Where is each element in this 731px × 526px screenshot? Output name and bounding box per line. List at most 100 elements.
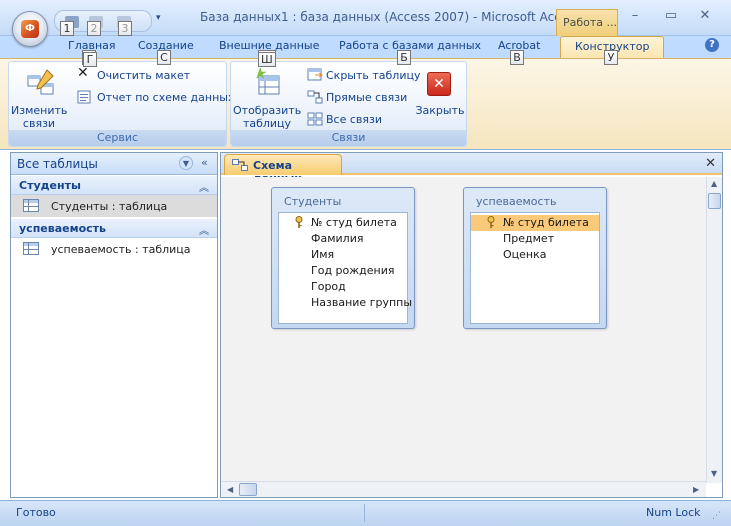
direct-links-label: Прямые связи — [326, 91, 408, 104]
all-links-button[interactable]: Все связи — [305, 110, 415, 128]
vertical-scrollbar[interactable]: ▲ ▼ — [706, 177, 722, 483]
horizontal-scroll-thumb[interactable] — [239, 483, 257, 496]
hide-table-icon — [307, 68, 323, 81]
keytip-create: С — [157, 50, 171, 65]
clear-layout-label: Очистить макет — [97, 69, 191, 82]
keytip-redo: 3 — [118, 21, 132, 36]
scroll-right-arrow[interactable]: ▶ — [693, 485, 699, 494]
direct-links-button[interactable]: Прямые связи — [305, 88, 415, 106]
help-icon[interactable]: ? — [705, 38, 719, 52]
field-name: Название группы — [311, 296, 413, 309]
keytip-clear-layout: Г — [83, 52, 97, 67]
relationships-document: Схема данных ✕ Студенты № студ билета Фа… — [220, 152, 723, 498]
close-window-button[interactable]: ✕ — [696, 8, 714, 24]
maximize-button[interactable]: ▭ — [662, 8, 680, 24]
nav-item-performance-table[interactable]: успеваемость : таблица — [11, 238, 217, 260]
group-links: Отобразить таблицу Скрыть таблицу Прямые… — [230, 61, 467, 147]
field-name: № студ билета — [311, 216, 397, 229]
field-row[interactable]: № студ билета — [471, 215, 599, 231]
direct-links-icon — [307, 90, 323, 104]
relationships-canvas[interactable]: Студенты № студ билета Фамилия Имя Год р… — [221, 177, 706, 483]
scroll-left-arrow[interactable]: ◀ — [227, 485, 233, 494]
relationship-table-performance[interactable]: успеваемость № студ билета Предмет Оценк… — [463, 187, 607, 329]
clear-layout-icon: ✕ — [77, 65, 89, 81]
office-logo-icon: Ф — [21, 20, 39, 38]
hide-table-button[interactable]: Скрыть таблицу — [305, 66, 421, 84]
all-links-icon — [307, 112, 323, 126]
keytip-undo: 2 — [87, 21, 101, 36]
nav-dropdown-icon[interactable]: ▼ — [179, 156, 193, 170]
nav-group-students[interactable]: Студенты ︽ — [11, 176, 217, 195]
field-row[interactable]: Предмет — [471, 231, 599, 247]
ribbon: Изменить связи ✕ Очистить макет Отчет по… — [0, 58, 731, 150]
field-name: Фамилия — [311, 232, 364, 245]
keytip-database-tools: Б — [397, 50, 411, 65]
field-row[interactable]: Год рождения — [279, 263, 407, 279]
field-name: Оценка — [503, 248, 547, 261]
nav-pane-header[interactable]: Все таблицы ▼ « — [11, 153, 217, 175]
field-row[interactable]: Город — [279, 279, 407, 295]
field-row[interactable]: Название группы — [279, 295, 412, 311]
table-icon — [23, 242, 39, 255]
navigation-pane: Все таблицы ▼ « Студенты ︽ Студенты : та… — [10, 152, 218, 498]
show-table-icon — [256, 68, 280, 95]
edit-links-icon — [27, 69, 54, 95]
office-logo-letter: Ф — [25, 23, 35, 34]
scroll-down-arrow[interactable]: ▼ — [711, 469, 717, 478]
nav-group-performance[interactable]: успеваемость ︽ — [11, 219, 217, 238]
document-tab-bar: Схема данных ✕ — [221, 153, 722, 185]
edit-links-label: Изменить связи — [11, 104, 67, 130]
scroll-up-arrow[interactable]: ▲ — [711, 179, 717, 188]
table-icon — [23, 199, 39, 212]
keytip-design: У — [604, 50, 618, 65]
field-row[interactable]: Фамилия — [279, 231, 407, 247]
clear-layout-button[interactable]: ✕ Очистить макет — [75, 65, 215, 84]
nav-item-label: Студенты : таблица — [51, 200, 168, 213]
group-links-label: Связи — [231, 130, 466, 146]
edit-links-button[interactable]: Изменить связи — [11, 64, 67, 130]
key-icon — [487, 216, 495, 228]
field-name: Город — [311, 280, 346, 293]
show-table-label-line2: таблицу — [242, 117, 292, 130]
num-lock-indicator: Num Lock — [646, 506, 701, 519]
qat-customize-dropdown[interactable]: ▾ — [156, 13, 161, 23]
field-list: № студ билета Предмет Оценка — [470, 212, 600, 324]
title-bar: 1 2 3 ▾ База данных1 : база данных (Acce… — [0, 0, 731, 36]
keytip-show-table: Ш — [258, 52, 276, 67]
group-service-label: Сервис — [9, 130, 226, 146]
field-list: № студ билета Фамилия Имя Год рождения Г… — [278, 212, 412, 324]
document-tab[interactable]: Схема данных — [224, 154, 342, 185]
schema-report-button[interactable]: Отчет по схеме данных — [75, 88, 234, 106]
keytip-acrobat: В — [510, 50, 524, 65]
field-name: Предмет — [503, 232, 555, 245]
context-tab-header: Работа ... — [556, 9, 618, 36]
group-service: Изменить связи ✕ Очистить макет Отчет по… — [8, 61, 234, 147]
show-table-button[interactable]: Отобразить таблицу — [233, 64, 301, 130]
schema-report-label: Отчет по схеме данных — [97, 91, 235, 104]
office-button[interactable]: Ф — [12, 11, 48, 47]
close-document-icon[interactable]: ✕ — [705, 156, 716, 171]
relationships-icon — [232, 159, 248, 171]
table-title: Студенты — [284, 195, 342, 208]
ribbon-tabs: Главная Создание Внешние данные Работа с… — [0, 36, 731, 59]
edit-links-label-line2: связи — [22, 117, 56, 130]
edit-links-label-line1: Изменить — [11, 104, 68, 117]
resize-grip-icon[interactable]: ⋰ — [712, 511, 721, 521]
field-row[interactable]: Имя — [279, 247, 407, 263]
status-separator — [364, 504, 365, 522]
close-schema-button[interactable]: ✕ Закрыть — [415, 64, 465, 130]
table-title: успеваемость — [476, 195, 557, 208]
horizontal-scrollbar[interactable]: ◀ ▶ — [221, 481, 706, 497]
report-icon — [77, 90, 91, 104]
nav-group-performance-label: успеваемость — [19, 222, 106, 235]
minimize-button[interactable]: – — [626, 8, 644, 24]
key-icon — [295, 216, 303, 228]
relationship-table-students[interactable]: Студенты № студ билета Фамилия Имя Год р… — [271, 187, 415, 329]
field-name: № студ билета — [503, 216, 589, 229]
nav-collapse-icon[interactable]: « — [201, 156, 208, 169]
field-row[interactable]: Оценка — [471, 247, 599, 263]
vertical-scroll-thumb[interactable] — [708, 193, 721, 209]
field-row[interactable]: № студ билета — [279, 215, 407, 231]
nav-item-students-table[interactable]: Студенты : таблица — [11, 195, 217, 217]
field-name: Год рождения — [311, 264, 395, 277]
